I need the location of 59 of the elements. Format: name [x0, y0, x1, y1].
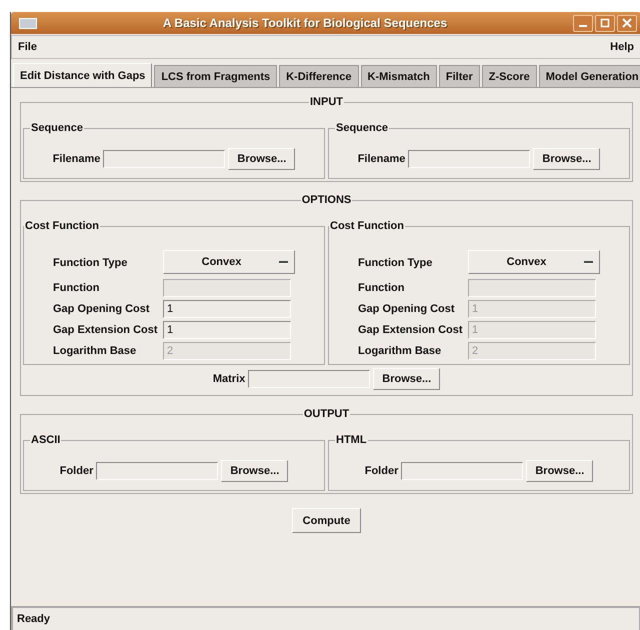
field-label: Function Type	[358, 257, 434, 269]
tab[interactable]: Filter	[438, 65, 480, 87]
function-type-dropdown[interactable]: Convex	[468, 250, 600, 274]
maximize-icon	[600, 18, 610, 28]
input-field[interactable]: 1	[163, 300, 291, 318]
section-title: OUTPUT	[302, 408, 350, 420]
input-field[interactable]: 1	[163, 321, 291, 339]
field-label: Filename	[52, 153, 100, 165]
group-title: Sequence	[30, 122, 84, 134]
matrix-field[interactable]	[248, 370, 370, 388]
section-title: OPTIONS	[300, 194, 352, 206]
menu-item[interactable]: Help	[610, 41, 634, 53]
filename-field[interactable]	[103, 150, 226, 168]
compute-button[interactable]: Compute	[292, 508, 362, 533]
field-label: Gap Opening Cost	[53, 303, 151, 315]
minimize-icon	[579, 25, 587, 27]
browse-button[interactable]: Browse...	[526, 460, 594, 482]
function-type-dropdown[interactable]: Convex	[163, 250, 295, 274]
dropdown-indicator-icon	[279, 260, 288, 264]
tab[interactable]: K-Difference	[279, 65, 359, 87]
field-label: Matrix	[212, 373, 246, 385]
group-title: HTML	[335, 434, 368, 446]
section-title: INPUT	[309, 96, 344, 108]
browse-button[interactable]: Browse...	[228, 148, 296, 170]
menu-item[interactable]: File	[18, 41, 37, 53]
field-label: Logarithm Base	[358, 345, 442, 357]
browse-button[interactable]: Browse...	[221, 460, 288, 482]
group-title: Sequence	[335, 122, 389, 134]
tab[interactable]: Z-Score	[482, 65, 537, 87]
field-label: Gap Opening Cost	[358, 303, 456, 315]
dropdown-indicator-icon	[584, 260, 593, 264]
tab[interactable]: K-Mismatch	[360, 65, 437, 87]
tab[interactable]: LCS from Fragments	[154, 65, 278, 87]
group-title: ASCII	[30, 434, 62, 446]
field-label: Folder	[60, 465, 94, 477]
close-button[interactable]	[617, 14, 637, 32]
minimize-button[interactable]	[573, 14, 593, 32]
group-title: Cost Function	[329, 220, 405, 232]
window-icon	[19, 18, 37, 28]
group-title: Cost Function	[24, 220, 100, 232]
close-icon	[622, 18, 632, 28]
folder-field[interactable]	[96, 462, 218, 480]
filename-field[interactable]	[408, 150, 530, 168]
field-label: Gap Extension Cost	[358, 324, 464, 336]
field-label: Filename	[358, 153, 406, 165]
tab[interactable]: Model Generation	[538, 65, 640, 87]
field-label: Function	[53, 282, 100, 294]
folder-field[interactable]	[401, 462, 524, 480]
browse-button[interactable]: Browse...	[373, 368, 440, 390]
field-label: Function Type	[53, 257, 128, 269]
browse-button[interactable]: Browse...	[533, 148, 600, 170]
tab[interactable]: Edit Distance with Gaps	[13, 63, 152, 87]
field-label: Function	[358, 282, 406, 294]
field-label: Logarithm Base	[53, 345, 138, 357]
maximize-button[interactable]	[595, 14, 615, 32]
window-title: A Basic Analysis Toolkit for Biological Sequences	[162, 16, 448, 30]
field-label: Gap Extension Cost	[53, 324, 159, 336]
status-text: Ready	[17, 613, 50, 625]
field-label: Folder	[364, 465, 398, 477]
